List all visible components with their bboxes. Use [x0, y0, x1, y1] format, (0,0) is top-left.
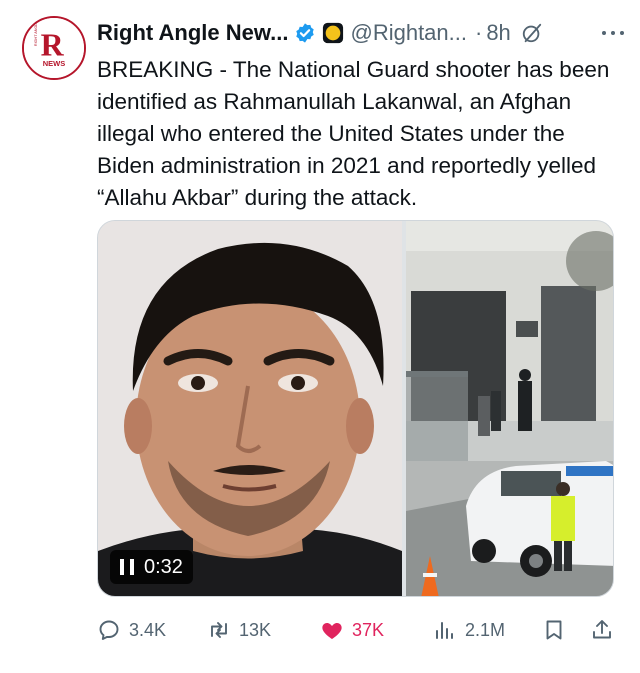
views-button[interactable]: 2.1M: [433, 618, 505, 642]
author-handle[interactable]: @Rightan...: [350, 20, 467, 46]
bookmark-icon: [546, 620, 562, 640]
svg-text:NEWS: NEWS: [43, 59, 66, 68]
views-count: 2.1M: [465, 619, 506, 640]
svg-text:RIGHT ANGLE: RIGHT ANGLE: [34, 20, 38, 46]
bookmark-button[interactable]: [542, 618, 566, 642]
video-progress-chip[interactable]: 0:32: [110, 550, 193, 584]
reply-icon: [99, 620, 119, 640]
post-header: Right Angle New... @Rightan... · 8h: [97, 16, 626, 50]
repost-button[interactable]: 13K: [207, 618, 271, 642]
repost-icon: [211, 622, 227, 638]
share-icon: [593, 620, 611, 639]
more-icon[interactable]: [600, 22, 626, 44]
reply-count: 3.4K: [129, 619, 167, 640]
verified-badge-icon: [294, 22, 316, 44]
pause-icon[interactable]: [120, 559, 134, 575]
media-container[interactable]: 0:32: [97, 220, 614, 597]
reply-button[interactable]: 3.4K: [97, 618, 166, 642]
right-angle-news-logo: R RIGHT ANGLE NEWS: [24, 18, 84, 78]
affiliate-badge-icon[interactable]: [322, 22, 344, 44]
video-duration: 0:32: [144, 555, 183, 578]
meta-separator: ·: [474, 20, 483, 45]
street-scene-image[interactable]: [406, 221, 613, 596]
author-name[interactable]: Right Angle New...: [97, 20, 288, 46]
views-icon: [436, 622, 453, 639]
avatar[interactable]: R RIGHT ANGLE NEWS: [22, 16, 86, 80]
share-button[interactable]: [590, 618, 614, 642]
action-bar: 3.4K 13K 37K 2.1M: [97, 612, 622, 648]
portrait-image[interactable]: 0:32: [98, 221, 402, 596]
like-button[interactable]: 37K: [320, 618, 384, 642]
like-count: 37K: [352, 619, 385, 640]
grok-icon[interactable]: [521, 22, 543, 44]
post-timestamp[interactable]: 8h: [486, 20, 510, 46]
repost-count: 13K: [239, 619, 272, 640]
heart-filled-icon: [322, 623, 342, 639]
post-text: BREAKING - The National Guard shooter ha…: [97, 57, 610, 210]
svg-text:R: R: [41, 28, 65, 63]
